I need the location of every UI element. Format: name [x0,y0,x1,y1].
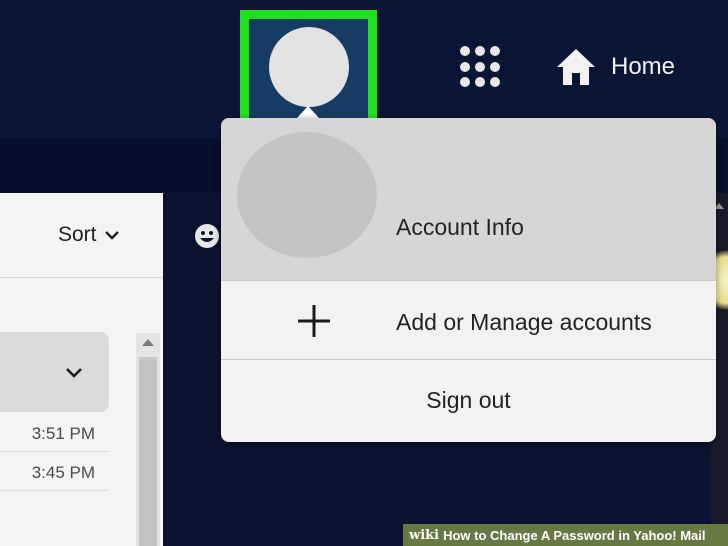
chevron-down-icon[interactable] [66,367,82,378]
list-scrollbar[interactable] [136,333,160,546]
sign-out-label: Sign out [426,387,511,413]
panel-divider [0,277,163,278]
account-info-item[interactable]: Account Info [221,118,716,280]
avatar-icon [269,27,349,107]
sort-label: Sort [58,223,97,246]
message-time: 3:45 PM [31,463,95,482]
add-manage-accounts-item[interactable]: Add or Manage accounts [221,280,716,360]
emoji-icon[interactable] [194,223,220,249]
list-item-selected[interactable] [0,332,109,412]
account-dropdown-menu: Account Info Add or Manage accounts Sign… [221,118,716,442]
menu-caret-icon [297,106,319,118]
caption-banner: wiki How to Change A Password in Yahoo! … [403,524,728,546]
apps-grid-icon[interactable] [460,46,502,88]
mail-list-panel: Sort 3:51 PM 3:45 PM [0,193,163,546]
message-time: 3:51 PM [31,424,95,443]
account-avatar-icon [237,132,377,258]
caption-text: How to Change A Password in Yahoo! Mail [443,527,706,543]
home-icon [557,49,595,85]
row-divider [0,451,109,452]
profile-avatar-button[interactable] [240,10,377,127]
plus-icon [298,305,330,337]
account-info-label: Account Info [396,214,524,240]
row-divider [0,490,109,491]
chevron-down-icon [104,231,119,240]
add-manage-accounts-label: Add or Manage accounts [396,309,652,335]
wiki-brand: wiki [409,527,440,543]
home-label: Home [611,53,676,80]
sign-out-item[interactable]: Sign out [221,360,716,442]
scroll-up-icon[interactable] [142,339,154,346]
home-link[interactable]: Home [555,46,675,88]
sort-button[interactable]: Sort [58,223,119,247]
scroll-thumb[interactable] [139,357,157,546]
